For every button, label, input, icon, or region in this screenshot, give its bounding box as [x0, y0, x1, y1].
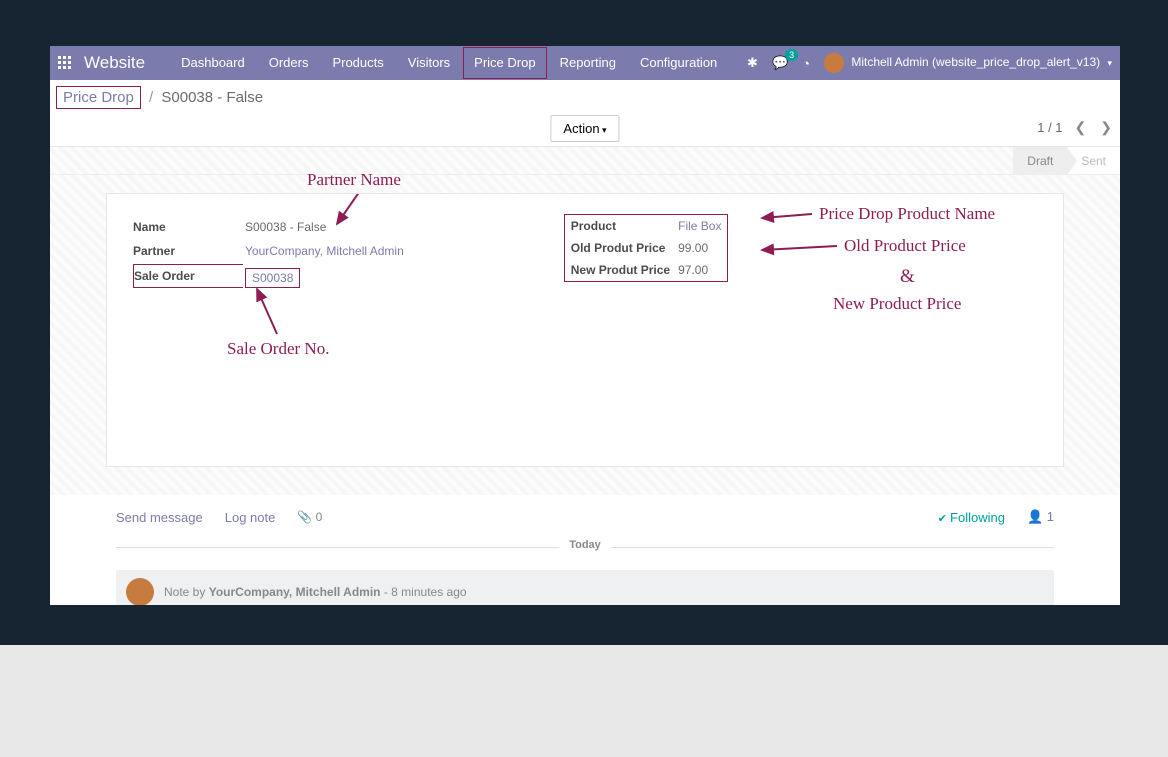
- user-label: Mitchell Admin (website_price_drop_alert…: [851, 55, 1100, 69]
- pager-prev[interactable]: ❮: [1073, 119, 1089, 136]
- old-price-label: Old Produt Price: [565, 237, 675, 259]
- activity-icon[interactable]: ◔: [802, 56, 810, 71]
- new-price-value: 97.00: [678, 259, 728, 282]
- chatter: Send message Log note 📎 0 Following 👤 1 …: [50, 495, 1120, 605]
- brand[interactable]: Website: [80, 53, 169, 73]
- note-avatar: [126, 578, 154, 605]
- menu-price-drop[interactable]: Price Drop: [462, 46, 547, 80]
- user-menu[interactable]: Mitchell Admin (website_price_drop_alert…: [824, 53, 1112, 73]
- stage-draft[interactable]: Draft: [1013, 147, 1067, 174]
- caret-down-icon: [1103, 55, 1112, 69]
- pager-text: 1 / 1: [1037, 120, 1062, 135]
- partner-value[interactable]: YourCompany, Mitchell Admin: [245, 240, 412, 262]
- control-bar: Action 1 / 1 ❮ ❯: [50, 113, 1120, 147]
- page-footer-strip: [0, 645, 1168, 757]
- sale-order-value[interactable]: S00038: [245, 268, 300, 288]
- menu-configuration[interactable]: Configuration: [628, 46, 729, 80]
- anno-sale-order: Sale Order No.: [227, 339, 329, 359]
- product-value[interactable]: File Box: [678, 215, 728, 238]
- new-price-label: New Produt Price: [565, 259, 678, 281]
- pager: 1 / 1 ❮ ❯: [1037, 119, 1114, 136]
- follower-count[interactable]: 👤 1: [1027, 509, 1054, 525]
- breadcrumb-root[interactable]: Price Drop: [56, 86, 141, 109]
- breadcrumb-sep: /: [149, 89, 153, 106]
- menu-products[interactable]: Products: [320, 46, 395, 80]
- log-note[interactable]: Log note: [225, 510, 276, 525]
- breadcrumb-current: S00038 - False: [161, 89, 263, 106]
- sale-order-label: Sale Order: [133, 264, 243, 288]
- avatar: [824, 53, 844, 73]
- breadcrumb: Price Drop / S00038 - False: [50, 80, 1120, 113]
- attachments[interactable]: 📎 0: [297, 510, 322, 524]
- apps-icon[interactable]: [50, 56, 80, 70]
- partner-label: Partner: [133, 240, 243, 262]
- chatter-note: Note by YourCompany, Mitchell Admin - 8 …: [116, 570, 1054, 605]
- product-label: Product: [565, 215, 675, 237]
- debug-icon[interactable]: ✱: [747, 55, 758, 71]
- note-age: - 8 minutes ago: [384, 585, 467, 599]
- main-menu: Dashboard Orders Products Visitors Price…: [169, 46, 729, 80]
- top-nav: Website Dashboard Orders Products Visito…: [50, 46, 1120, 80]
- form-left: Name S00038 - False Partner YourCompany,…: [131, 214, 414, 294]
- send-message[interactable]: Send message: [116, 510, 203, 525]
- menu-visitors[interactable]: Visitors: [396, 46, 462, 80]
- form-right: Product File Box Old Produt Price 99.00 …: [564, 214, 729, 294]
- today-divider: Today: [116, 547, 1054, 548]
- name-label: Name: [133, 216, 243, 238]
- action-button[interactable]: Action: [550, 115, 619, 142]
- form-card: Name S00038 - False Partner YourCompany,…: [106, 193, 1064, 467]
- pager-next[interactable]: ❯: [1098, 119, 1114, 136]
- note-prefix: Note by: [164, 585, 209, 599]
- menu-dashboard[interactable]: Dashboard: [169, 46, 257, 80]
- chat-count: 3: [785, 49, 798, 61]
- anno-new: New Product Price: [833, 294, 961, 314]
- note-author: YourCompany, Mitchell Admin: [209, 585, 381, 599]
- old-price-value: 99.00: [678, 237, 728, 259]
- menu-orders[interactable]: Orders: [257, 46, 321, 80]
- name-value: S00038 - False: [245, 216, 412, 238]
- status-bar: Draft Sent: [50, 147, 1120, 175]
- following[interactable]: Following: [938, 510, 1005, 525]
- chat-icon[interactable]: 💬3: [772, 55, 788, 71]
- menu-reporting[interactable]: Reporting: [548, 46, 628, 80]
